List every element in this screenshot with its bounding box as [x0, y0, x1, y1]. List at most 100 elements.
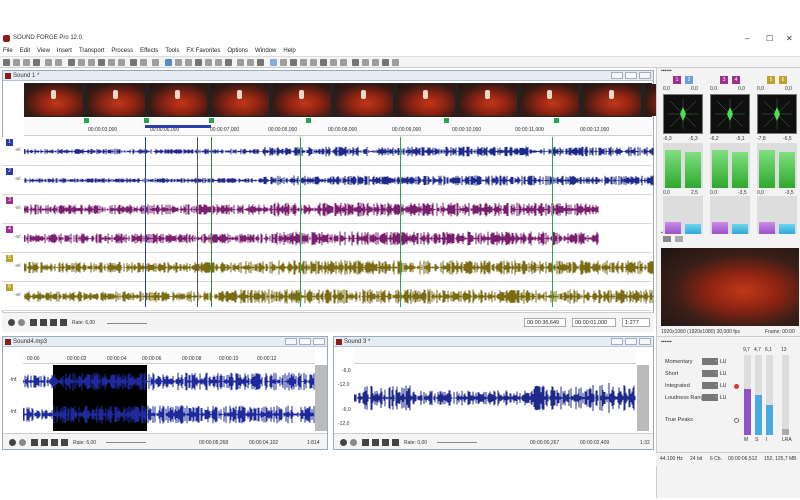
channel-waveform[interactable] [24, 224, 654, 253]
toolbar-button-icon[interactable] [372, 59, 379, 66]
toolbar-button-icon[interactable] [310, 59, 317, 66]
sound4-waveform[interactable] [23, 365, 315, 431]
toolbar-button-icon[interactable] [130, 59, 137, 66]
channel-track[interactable]: 5 -Inf. [2, 253, 654, 282]
record-icon[interactable] [9, 439, 16, 446]
toolbar-button-icon[interactable] [247, 59, 254, 66]
play-icon[interactable] [382, 439, 389, 446]
toolbar-button-icon[interactable] [140, 59, 147, 66]
menu-item[interactable]: View [37, 48, 50, 54]
toolbar-button-icon[interactable] [88, 59, 95, 66]
go-end-icon[interactable] [392, 439, 399, 446]
go-start-icon[interactable] [31, 439, 38, 446]
toolbar-button-icon[interactable] [108, 59, 115, 66]
channel-waveform[interactable] [24, 253, 654, 282]
sound3-scrollbar[interactable] [637, 365, 649, 431]
toolbar-button-icon[interactable] [152, 59, 159, 66]
rate-slider[interactable] [107, 323, 147, 324]
window-close-button[interactable] [639, 338, 651, 345]
stop-icon[interactable] [41, 439, 48, 446]
menu-item[interactable]: Tools [165, 48, 179, 54]
sound3-ruler[interactable] [354, 348, 636, 364]
stop-icon[interactable] [372, 439, 379, 446]
go-start-icon[interactable] [30, 319, 37, 326]
toolbar-button-icon[interactable] [98, 59, 105, 66]
play-icon[interactable] [50, 319, 57, 326]
menu-item[interactable]: Help [283, 48, 295, 54]
go-end-icon[interactable] [60, 319, 67, 326]
toolbar-button-icon[interactable] [320, 59, 327, 66]
toolbar-button-icon[interactable] [280, 59, 287, 66]
window-minimize-button[interactable] [611, 72, 623, 79]
toolbar-button-icon[interactable] [352, 59, 359, 66]
toolbar-button-icon[interactable] [33, 59, 40, 66]
menu-item[interactable]: Process [111, 48, 133, 54]
time-ruler[interactable]: 00:00:03,000 00:00:06,000 00:00:07,000 00:0… [24, 118, 652, 136]
toolbar-button-icon[interactable] [362, 59, 369, 66]
menu-item[interactable]: FX Favorites [186, 48, 220, 54]
toolbar-button-icon[interactable] [237, 59, 244, 66]
true-peaks-radio[interactable] [734, 418, 739, 423]
channel-waveform[interactable] [24, 137, 654, 166]
toolbar-button-icon[interactable] [55, 59, 62, 66]
channel-track[interactable]: 6 -Inf. [2, 282, 654, 311]
channel-waveform[interactable] [24, 195, 654, 224]
go-start-icon[interactable] [362, 439, 369, 446]
window-restore-button[interactable] [625, 72, 637, 79]
video-settings-icon[interactable] [663, 236, 671, 242]
window-close-button[interactable] [639, 72, 651, 79]
channel-track[interactable]: 4 -Inf. [2, 224, 652, 253]
toolbar-button-icon[interactable] [185, 59, 192, 66]
channel-waveform[interactable] [24, 166, 654, 195]
minimize-icon[interactable]: – [745, 34, 749, 43]
marker-flag[interactable] [306, 118, 311, 123]
window-minimize-button[interactable] [611, 338, 623, 345]
record-icon[interactable] [8, 319, 15, 326]
record-icon[interactable] [340, 439, 347, 446]
channel-waveform[interactable] [23, 365, 315, 398]
toolbar-button-icon[interactable] [165, 59, 172, 66]
menu-item[interactable]: Edit [20, 48, 30, 54]
video-filmstrip[interactable] [24, 83, 703, 117]
window-restore-button[interactable] [299, 338, 311, 345]
channel-waveform[interactable] [24, 282, 654, 311]
toolbar-button-icon[interactable] [45, 59, 52, 66]
rate-slider[interactable] [437, 442, 477, 443]
marker-flag[interactable] [554, 118, 559, 123]
menu-item[interactable]: Effects [140, 48, 158, 54]
toolbar-button-icon[interactable] [68, 59, 75, 66]
toolbar-button-icon[interactable] [257, 59, 264, 66]
toolbar-button-icon[interactable] [225, 59, 232, 66]
window-restore-button[interactable] [625, 338, 637, 345]
toolbar-button-icon[interactable] [195, 59, 202, 66]
toolbar-button-icon[interactable] [382, 59, 389, 66]
menu-item[interactable]: File [3, 48, 13, 54]
channel-waveform[interactable] [353, 365, 636, 431]
stop-icon[interactable] [40, 319, 47, 326]
channel-track[interactable]: 2 -Inf. [2, 166, 654, 195]
toolbar-button-icon[interactable] [118, 59, 125, 66]
play-icon[interactable] [51, 439, 58, 446]
toolbar-button-icon[interactable] [3, 59, 10, 66]
window-minimize-button[interactable] [285, 338, 297, 345]
channel-waveform[interactable] [23, 398, 315, 431]
toolbar-button-icon[interactable] [175, 59, 182, 66]
rate-slider[interactable] [106, 442, 146, 443]
toolbar-button-icon[interactable] [13, 59, 20, 66]
toolbar-button-icon[interactable] [23, 59, 30, 66]
menu-item[interactable]: Transport [79, 48, 104, 54]
loop-icon[interactable] [19, 439, 26, 446]
marker-flag[interactable] [144, 118, 149, 123]
marker-flag[interactable] [84, 118, 89, 123]
toolbar-button-icon[interactable] [215, 59, 222, 66]
menu-item[interactable]: Insert [57, 48, 72, 54]
channel-track[interactable]: 1 -Inf. [2, 137, 654, 166]
maximize-icon[interactable]: ☐ [766, 34, 773, 43]
loop-icon[interactable] [350, 439, 357, 446]
toolbar-button-icon[interactable] [290, 59, 297, 66]
toolbar-button-icon[interactable] [330, 59, 337, 66]
close-icon[interactable]: ✕ [786, 34, 793, 43]
channel-track[interactable]: 3 -Inf. [2, 195, 652, 224]
toolbar-button-icon[interactable] [270, 59, 277, 66]
sound3-waveform[interactable] [353, 365, 636, 431]
